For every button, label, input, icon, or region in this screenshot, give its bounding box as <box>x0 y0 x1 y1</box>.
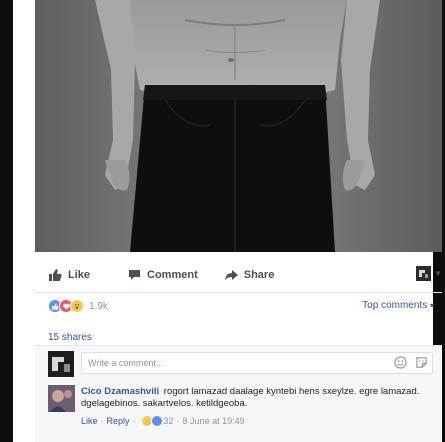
chevron-down-icon: ▾ <box>429 301 434 310</box>
avatar-icon <box>48 351 74 377</box>
comment-button[interactable]: Comment <box>128 269 198 281</box>
reaction-summary[interactable]: 1.9k <box>48 299 108 313</box>
comment-label: Comment <box>147 269 198 281</box>
reactions-row: 1.9k Top comments ▾ <box>35 292 442 315</box>
comment-reactions[interactable] <box>140 415 163 427</box>
write-comment-bar: Write a comment... <box>35 345 442 380</box>
like-button[interactable]: Like <box>49 269 90 281</box>
photo-torso-figure <box>35 0 442 252</box>
user-avatar <box>48 351 74 377</box>
avatar-icon <box>48 385 75 412</box>
meta-separator: · <box>176 416 180 426</box>
post-actions-bar: Like Comment Share ▼ <box>35 260 442 290</box>
reaction-count: 1.9k <box>89 300 108 312</box>
share-label: Share <box>243 269 275 281</box>
thumbs-up-icon <box>49 269 62 281</box>
comment-meta: Like · Reply · 32 · 8 June at 19:49 <box>81 415 245 427</box>
emoji-icon[interactable] <box>394 356 407 369</box>
meta-separator: · <box>132 416 136 426</box>
meta-separator: · <box>100 416 104 426</box>
comment-reaction-count: 32 <box>163 416 174 426</box>
comment-timestamp[interactable]: 8 June at 19:49 <box>183 416 245 426</box>
top-comments-label: Top comments <box>362 300 428 311</box>
commenter-avatar[interactable] <box>48 385 75 412</box>
sticker-icon[interactable] <box>415 356 428 369</box>
post-photo[interactable] <box>35 0 442 252</box>
page-avatar-icon <box>416 266 432 281</box>
comment-author-link[interactable]: Cico Dzamashvili <box>81 386 159 397</box>
share-arrow-icon <box>224 270 238 280</box>
shares-count[interactable]: 15 shares <box>48 332 92 343</box>
comment-input-icons <box>394 356 428 369</box>
chevron-down-icon: ▼ <box>434 269 442 278</box>
like-reaction-icon <box>150 415 163 427</box>
wow-reaction-icon <box>70 299 84 313</box>
top-comments-dropdown[interactable]: Top comments ▾ <box>362 300 434 311</box>
speech-bubble-icon <box>129 270 141 280</box>
comment-reply-link[interactable]: Reply <box>107 416 130 426</box>
comment-input[interactable]: Write a comment... <box>81 352 433 374</box>
comment-body: Cico Dzamashvili rogort lamazad daalage … <box>81 386 431 410</box>
like-label: Like <box>68 269 91 281</box>
post-frame: Like Comment Share ▼ 1.9k Top comments ▾… <box>13 0 442 442</box>
post-card: Like Comment Share ▼ 1.9k Top comments ▾… <box>13 0 442 442</box>
post-as-selector[interactable]: ▼ <box>416 266 442 281</box>
comment-item: Cico Dzamashvili rogort lamazad daalage … <box>35 379 442 442</box>
share-button[interactable]: Share <box>224 269 275 281</box>
comment-like-link[interactable]: Like <box>81 416 98 426</box>
